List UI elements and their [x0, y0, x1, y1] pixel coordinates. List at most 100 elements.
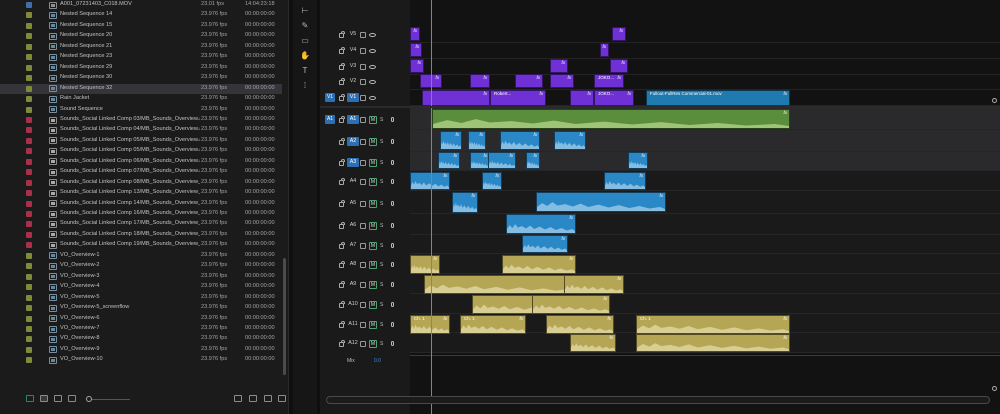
mute-button[interactable]: M — [369, 241, 377, 250]
project-item-row[interactable]: Sounds_Social Linked Comp 19/MB_Sounds_O… — [0, 240, 282, 250]
mute-button[interactable]: M — [369, 137, 377, 146]
track-name-v1[interactable]: V1 — [347, 93, 359, 102]
track-name-a5[interactable]: A5 — [347, 199, 359, 208]
track-select-forward-tool-icon[interactable]: ⊢ — [293, 4, 317, 17]
track-name-v2[interactable]: V2 — [347, 77, 359, 86]
solo-button[interactable]: S — [380, 179, 383, 185]
audio-clip[interactable]: fx — [482, 172, 502, 190]
microphone-icon[interactable] — [391, 222, 394, 228]
track-name-a6[interactable]: A6 — [347, 221, 359, 230]
project-item-row[interactable]: VO_Overview-3 23.976 fps 00:00:00:00 — [0, 272, 282, 282]
eye-icon[interactable] — [369, 96, 376, 100]
label-color-swatch[interactable] — [26, 75, 32, 82]
video-audio-divider[interactable] — [320, 106, 1000, 108]
list-view-icon[interactable] — [40, 395, 48, 402]
video-clip[interactable]: JOKO... fx — [594, 90, 634, 106]
audio-clip[interactable]: fx — [468, 131, 486, 150]
audio-clip[interactable]: fx — [604, 172, 646, 190]
label-color-swatch[interactable] — [26, 273, 32, 280]
project-item-row[interactable]: Nested Sequence 14 23.976 fps 00:00:00:00 — [0, 10, 282, 20]
video-zoom-handle[interactable] — [992, 98, 997, 103]
audio-clip[interactable]: fx — [564, 275, 624, 294]
solo-button[interactable]: S — [380, 223, 383, 229]
microphone-icon[interactable] — [391, 281, 394, 287]
solo-button[interactable]: S — [380, 243, 383, 249]
audio-clip[interactable]: fx — [554, 131, 586, 150]
audio-clip[interactable]: Ch. 1 fx — [460, 315, 526, 334]
microphone-icon[interactable] — [391, 340, 394, 346]
sync-lock-icon[interactable] — [360, 179, 366, 185]
project-scrollbar[interactable] — [283, 258, 286, 375]
sync-lock-icon[interactable] — [360, 160, 366, 166]
label-color-swatch[interactable] — [26, 252, 32, 259]
project-item-row[interactable]: Sound Sequence 23.976 fps 00:00:00:00 — [0, 105, 282, 115]
sync-lock-icon[interactable] — [360, 139, 366, 145]
eye-icon[interactable] — [369, 33, 376, 37]
microphone-icon[interactable] — [391, 200, 394, 206]
video-clip[interactable]: fx — [600, 43, 609, 57]
project-item-row[interactable]: VO_Overview-4 23.976 fps 00:00:00:00 — [0, 282, 282, 292]
microphone-icon[interactable] — [391, 178, 394, 184]
source-patch-a1[interactable]: A1 — [325, 115, 335, 124]
label-color-swatch[interactable] — [26, 158, 32, 165]
track-name-a9[interactable]: A9 — [347, 280, 359, 289]
microphone-icon[interactable] — [391, 138, 394, 144]
audio-clip[interactable]: fx — [440, 131, 462, 150]
audio-clip[interactable]: fx — [546, 315, 614, 334]
microphone-icon[interactable] — [391, 321, 394, 327]
pen-tool-icon[interactable]: ✎ — [293, 19, 317, 32]
caption-tool-icon[interactable]: ⁞ — [293, 79, 317, 92]
icon-view-icon[interactable] — [54, 395, 62, 402]
sync-lock-icon[interactable] — [360, 322, 366, 328]
audio-clip[interactable]: fx — [424, 275, 574, 294]
project-item-row[interactable]: Sounds_Social Linked Comp 13/MB_Sounds_O… — [0, 188, 282, 198]
sync-lock-icon[interactable] — [360, 282, 366, 288]
audio-clip[interactable]: fx — [410, 255, 440, 274]
project-item-row[interactable]: Sounds_Social Linked Comp 05/MB_Sounds_O… — [0, 136, 282, 146]
audio-clip[interactable]: fx — [438, 152, 460, 169]
label-color-swatch[interactable] — [26, 357, 32, 364]
video-clip[interactable]: JOKO... fx — [594, 74, 624, 88]
project-item-row[interactable]: VO_Overview-7 23.976 fps 00:00:00:00 — [0, 324, 282, 334]
track-name-v4[interactable]: V4 — [347, 46, 359, 55]
mute-button[interactable]: M — [369, 260, 377, 269]
video-clip[interactable]: fx — [610, 59, 628, 73]
mute-button[interactable]: M — [369, 115, 377, 124]
video-clip[interactable]: Fullout-FullRes Commercial-01.mov fx — [646, 90, 790, 106]
sync-lock-icon[interactable] — [360, 223, 366, 229]
label-color-swatch[interactable] — [26, 22, 32, 29]
lock-icon[interactable] — [339, 116, 345, 123]
sync-lock-icon[interactable] — [360, 32, 366, 38]
sync-lock-icon[interactable] — [360, 201, 366, 207]
label-color-swatch[interactable] — [26, 106, 32, 113]
audio-track-lane[interactable] — [410, 191, 1000, 214]
microphone-icon[interactable] — [391, 301, 394, 307]
video-track-lane[interactable] — [410, 43, 1000, 59]
project-item-row[interactable]: VO_Overview-8 23.976 fps 00:00:00:00 — [0, 334, 282, 344]
sync-lock-icon[interactable] — [360, 302, 366, 308]
microphone-icon[interactable] — [391, 261, 394, 267]
lock-icon[interactable] — [339, 138, 345, 145]
solo-button[interactable]: S — [380, 282, 383, 288]
audio-clip[interactable]: fx — [570, 334, 616, 352]
source-patch-v1[interactable]: V1 — [325, 93, 335, 102]
hand-tool-icon[interactable]: ✋ — [293, 49, 317, 62]
track-name-a8[interactable]: A8 — [347, 260, 359, 269]
lock-icon[interactable] — [339, 301, 345, 308]
project-item-row[interactable]: Sounds_Social Linked Comp 07/MB_Sounds_O… — [0, 167, 282, 177]
project-item-row[interactable]: Rain Jacket 23.976 fps 00:00:00:00 — [0, 94, 282, 104]
solo-button[interactable]: S — [380, 262, 383, 268]
project-item-row[interactable]: A001_07231403_C018.MOV 23.01 fps 14:04:23:… — [0, 0, 282, 10]
audio-clip[interactable]: fx — [506, 214, 576, 234]
video-clip[interactable]: fx — [570, 90, 594, 106]
track-name-v3[interactable]: V3 — [347, 62, 359, 71]
mute-button[interactable]: M — [369, 158, 377, 167]
sync-lock-icon[interactable] — [360, 64, 366, 70]
new-item-icon[interactable] — [264, 395, 272, 402]
audio-clip[interactable]: fx — [410, 172, 450, 190]
microphone-icon[interactable] — [391, 159, 394, 165]
project-item-row[interactable]: VO_Overview-9 23.976 fps 00:00:00:00 — [0, 345, 282, 355]
mute-button[interactable]: M — [369, 280, 377, 289]
lock-icon[interactable] — [339, 281, 345, 288]
label-color-swatch[interactable] — [26, 190, 32, 197]
